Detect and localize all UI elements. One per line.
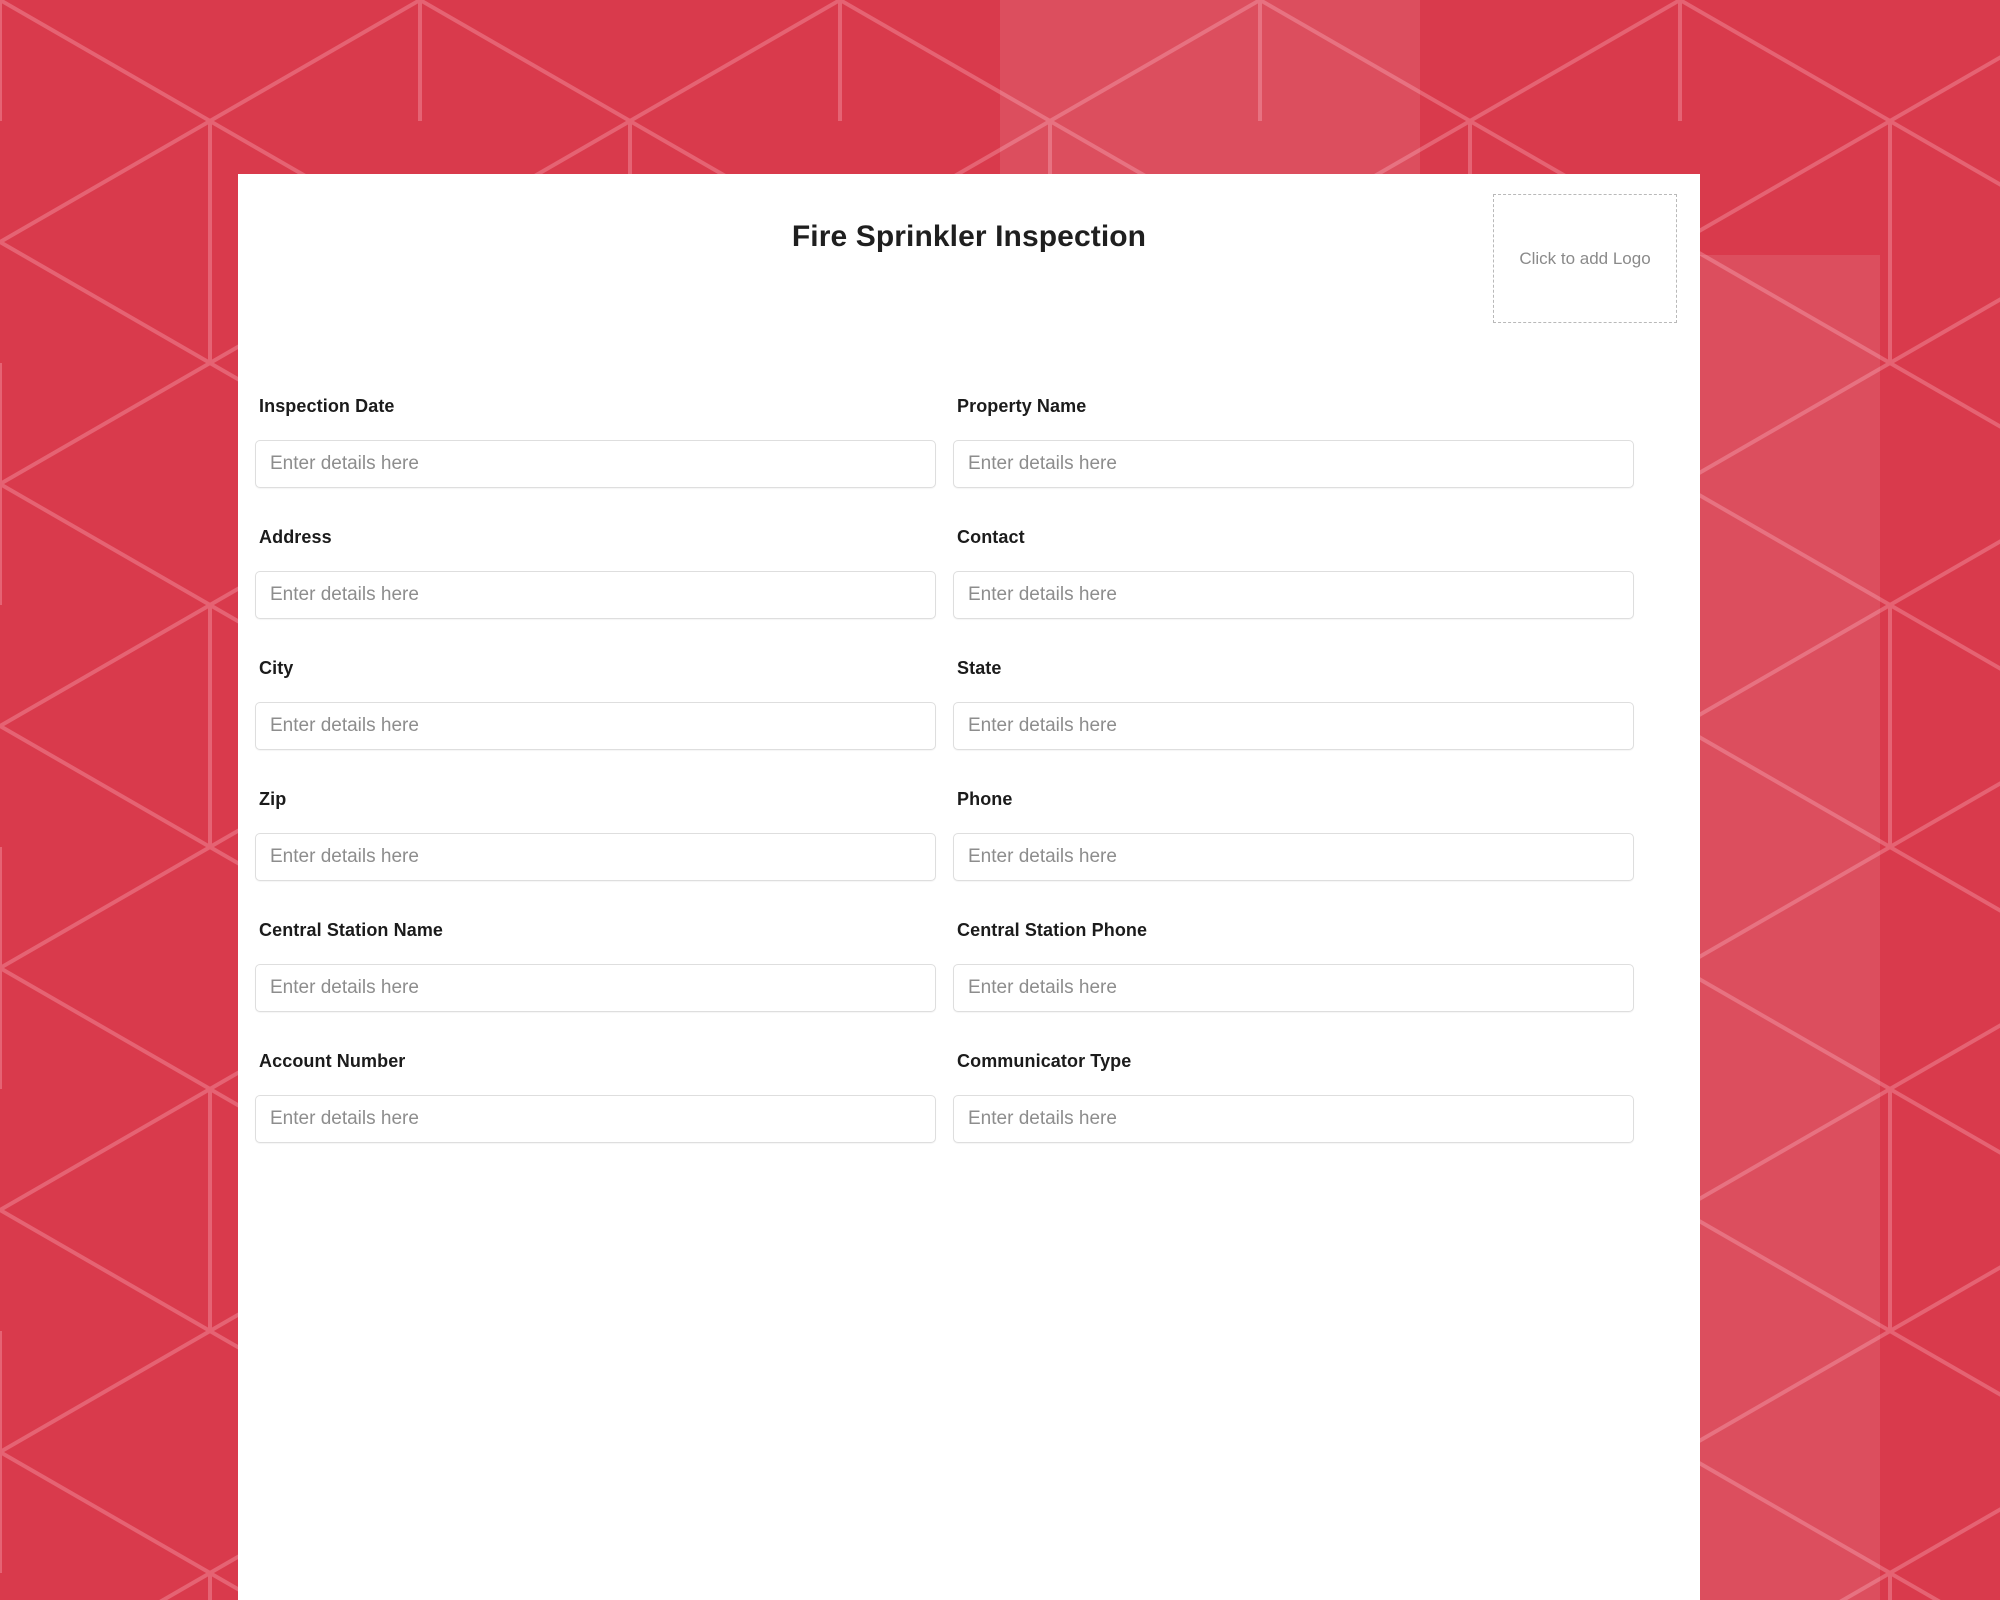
state-input[interactable] (953, 702, 1634, 750)
field-inspection-date: Inspection Date (255, 396, 936, 488)
zip-input[interactable] (255, 833, 936, 881)
field-address: Address (255, 527, 936, 619)
logo-upload-dropzone[interactable]: Click to add Logo (1493, 194, 1677, 323)
field-property-name: Property Name (953, 396, 1634, 488)
field-city: City (255, 658, 936, 750)
communicator-type-input[interactable] (953, 1095, 1634, 1143)
central-station-phone-input[interactable] (953, 964, 1634, 1012)
field-account-number: Account Number (255, 1051, 936, 1143)
field-label: State (957, 658, 1002, 678)
field-contact: Contact (953, 527, 1634, 619)
field-label: Phone (957, 789, 1013, 809)
field-label: Property Name (957, 396, 1087, 416)
field-label: Central Station Name (259, 920, 444, 940)
account-number-input[interactable] (255, 1095, 936, 1143)
central-station-name-input[interactable] (255, 964, 936, 1012)
form-fields-container: Inspection Date Property Name Address Co… (255, 396, 1683, 1143)
field-phone: Phone (953, 789, 1634, 881)
page-title: Fire Sprinkler Inspection (791, 220, 1147, 253)
logo-upload-label: Click to add Logo (1519, 248, 1651, 268)
phone-input[interactable] (953, 833, 1634, 881)
inspection-date-input[interactable] (255, 440, 936, 488)
field-row: Account Number Communicator Type (255, 1051, 1683, 1143)
field-central-station-phone: Central Station Phone (953, 920, 1634, 1012)
field-row: City State (255, 658, 1683, 750)
field-row: Central Station Name Central Station Pho… (255, 920, 1683, 1012)
field-label: Address (259, 527, 332, 547)
contact-input[interactable] (953, 571, 1634, 619)
field-label: Communicator Type (957, 1051, 1132, 1071)
field-label: Account Number (259, 1051, 406, 1071)
field-communicator-type: Communicator Type (953, 1051, 1634, 1143)
field-label: Central Station Phone (957, 920, 1148, 940)
field-label: Inspection Date (259, 396, 395, 416)
field-label: Contact (957, 527, 1025, 547)
field-label: City (259, 658, 294, 678)
field-zip: Zip (255, 789, 936, 881)
field-row: Address Contact (255, 527, 1683, 619)
field-row: Inspection Date Property Name (255, 396, 1683, 488)
field-label: Zip (259, 789, 287, 809)
field-state: State (953, 658, 1634, 750)
field-central-station-name: Central Station Name (255, 920, 936, 1012)
field-row: Zip Phone (255, 789, 1683, 881)
property-name-input[interactable] (953, 440, 1634, 488)
address-input[interactable] (255, 571, 936, 619)
form-card: Fire Sprinkler Inspection Click to add L… (238, 174, 1700, 1600)
city-input[interactable] (255, 702, 936, 750)
card-header: Fire Sprinkler Inspection Click to add L… (238, 174, 1700, 334)
